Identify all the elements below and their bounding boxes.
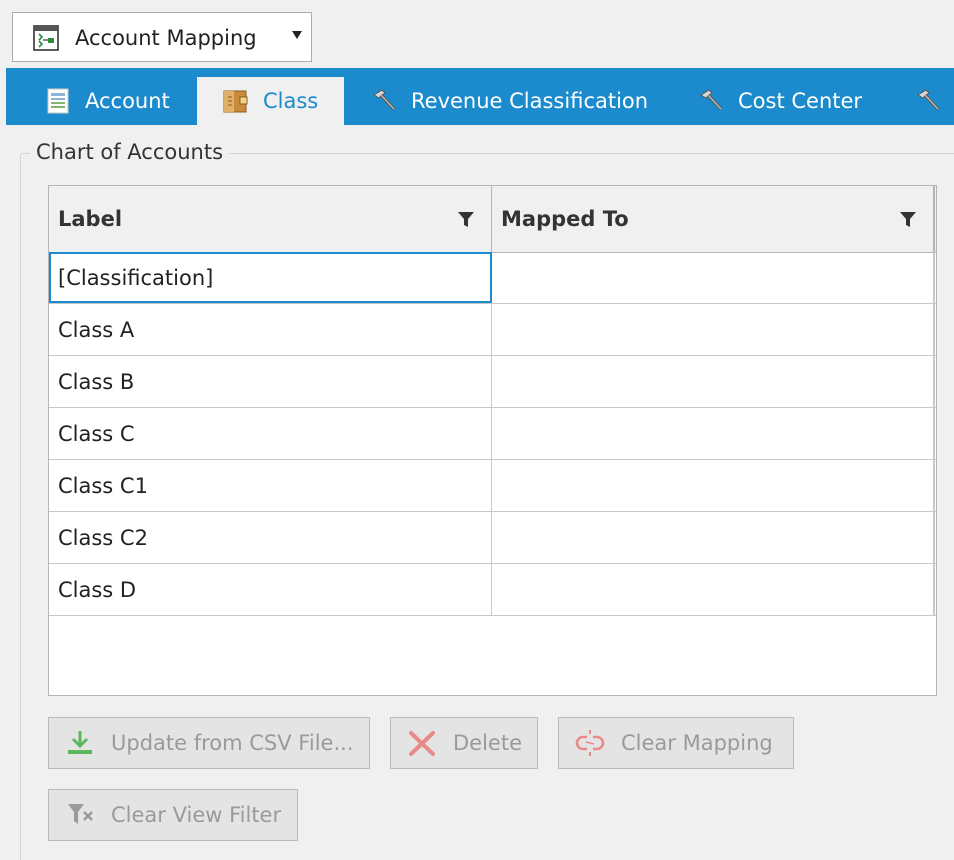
column-header-label-text: Label <box>58 207 123 231</box>
hammer-icon <box>917 89 940 111</box>
cell-mapped-to[interactable] <box>492 356 935 407</box>
clear-view-filter-label: Clear View Filter <box>111 803 282 827</box>
tab-cost-center-label: Cost Center <box>738 89 863 113</box>
delete-x-icon <box>409 731 435 756</box>
cell-label[interactable]: Class D <box>49 564 492 615</box>
cell-label[interactable]: Class C <box>49 408 492 459</box>
cell-mapped-to[interactable] <box>492 304 935 355</box>
filter-icon[interactable] <box>899 211 917 228</box>
tab-cost-center[interactable]: Cost Center <box>697 77 862 125</box>
cell-label[interactable]: Class C2 <box>49 512 492 563</box>
tab-revenue-classification[interactable]: Revenue Classification <box>370 77 648 125</box>
unlink-icon <box>575 730 605 756</box>
table-row[interactable]: Class C1 <box>49 460 936 512</box>
table-row[interactable]: Class A <box>49 304 936 356</box>
clear-mapping-button[interactable]: Clear Mapping <box>558 717 794 769</box>
tab-revenue-classification-label: Revenue Classification <box>411 89 649 113</box>
cell-mapped-to[interactable] <box>492 252 935 303</box>
cell-mapped-to[interactable] <box>492 460 935 511</box>
tab-account-label: Account <box>85 89 170 113</box>
delete-label: Delete <box>453 731 522 755</box>
mapping-selector-value: Account Mapping <box>75 26 257 50</box>
tab-class[interactable]: Class <box>197 77 344 125</box>
table-row[interactable]: Class B <box>49 356 936 408</box>
column-header-mapped-to-text: Mapped To <box>501 207 629 231</box>
cell-mapped-to[interactable] <box>492 408 935 459</box>
cell-label[interactable]: Class B <box>49 356 492 407</box>
download-icon <box>68 731 92 754</box>
table-row[interactable]: Class C <box>49 408 936 460</box>
tab-overflow[interactable] <box>914 77 954 125</box>
filter-icon[interactable] <box>457 211 475 228</box>
delete-button[interactable]: Delete <box>390 717 538 769</box>
cell-mapped-to[interactable] <box>492 512 935 563</box>
mapping-grid[interactable]: Label Mapped To [Classification] Class A… <box>48 185 937 696</box>
update-from-csv-label: Update from CSV File... <box>111 731 354 755</box>
clear-mapping-label: Clear Mapping <box>621 731 773 755</box>
clear-view-filter-button[interactable]: Clear View Filter <box>48 789 298 841</box>
mapping-icon <box>33 25 59 51</box>
cell-label[interactable]: [Classification] <box>49 252 492 303</box>
clear-filter-icon <box>68 804 93 824</box>
table-row[interactable]: [Classification] <box>49 252 936 304</box>
mapping-selector-dropdown[interactable]: Account Mapping <box>12 12 312 62</box>
tab-class-label: Class <box>263 89 319 113</box>
cell-mapped-to[interactable] <box>492 564 935 615</box>
grid-header: Label Mapped To <box>49 186 936 253</box>
class-folder-icon <box>223 90 248 113</box>
update-from-csv-button[interactable]: Update from CSV File... <box>48 717 370 769</box>
hammer-icon <box>373 89 396 111</box>
chevron-down-icon[interactable] <box>291 29 303 41</box>
account-sheet-icon <box>47 88 69 114</box>
table-row[interactable]: Class C2 <box>49 512 936 564</box>
hammer-icon <box>700 89 723 111</box>
column-header-label[interactable]: Label <box>49 186 492 252</box>
tab-ribbon: Account Class Revenue Classification Cos… <box>6 68 954 125</box>
group-title: Chart of Accounts <box>30 140 230 164</box>
cell-label[interactable]: Class A <box>49 304 492 355</box>
column-header-mapped-to[interactable]: Mapped To <box>492 186 935 252</box>
cell-label[interactable]: Class C1 <box>49 460 492 511</box>
table-row[interactable]: Class D <box>49 564 936 616</box>
tab-account[interactable]: Account <box>44 77 170 125</box>
